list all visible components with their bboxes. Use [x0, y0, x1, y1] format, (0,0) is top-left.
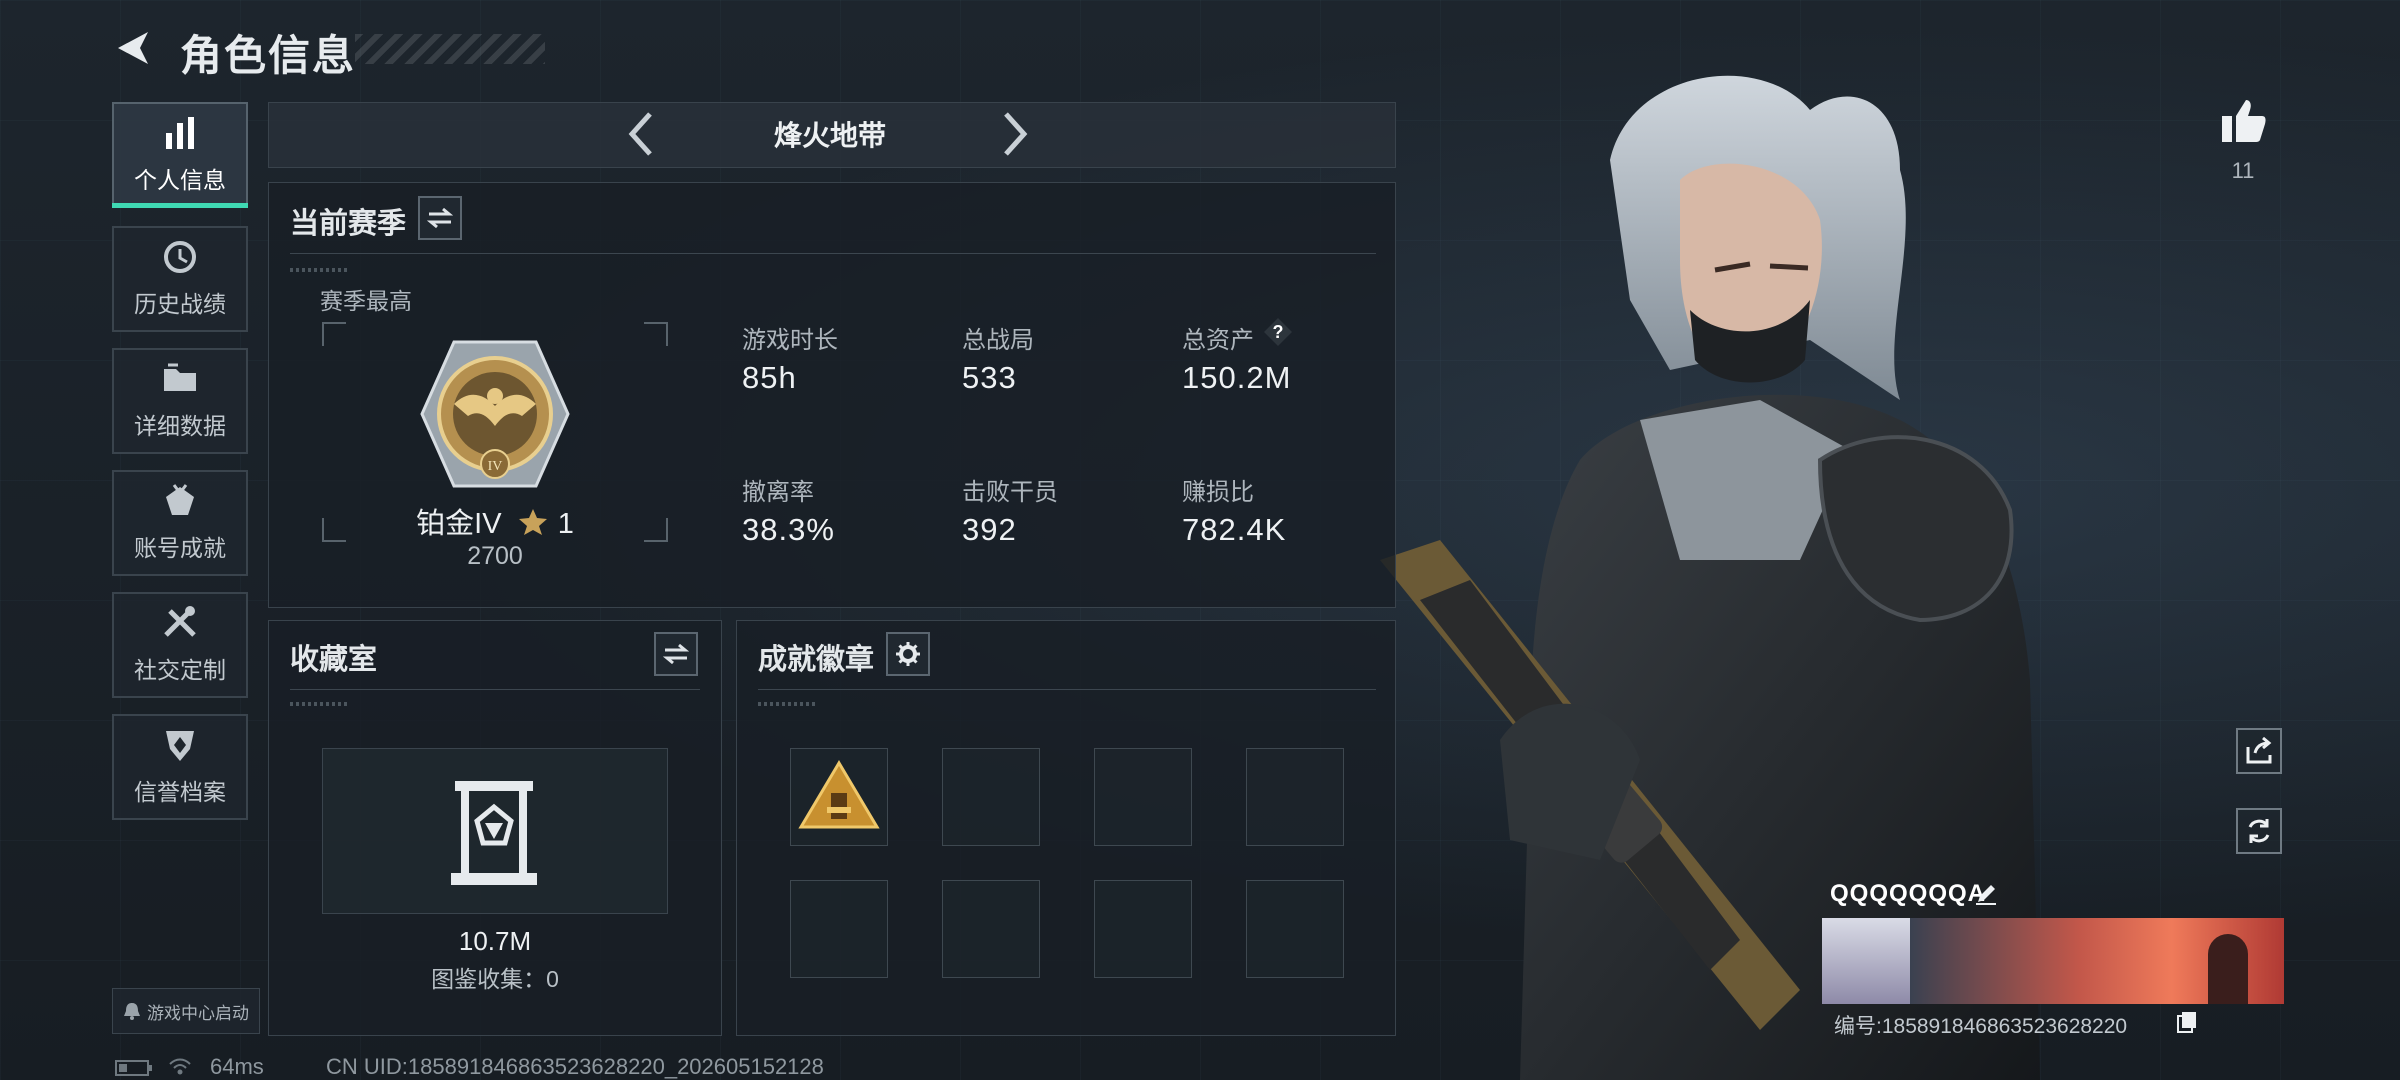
stat-value-operators-defeated: 392	[962, 512, 1017, 547]
edit-pencil-icon[interactable]	[1974, 882, 1998, 906]
divider	[758, 689, 1376, 690]
sidebar-item-history[interactable]: 历史战绩	[112, 226, 248, 332]
refresh-button[interactable]	[2236, 808, 2282, 854]
folder-icon	[164, 363, 196, 391]
sidebar-item-achievements[interactable]: 账号成就	[112, 470, 248, 576]
history-clock-icon	[164, 241, 196, 273]
divider	[290, 253, 1376, 254]
stat-label-profit-loss-ratio: 赚损比	[1182, 479, 1254, 506]
sidebar-item-label: 个人信息	[134, 167, 226, 193]
decoration-marks	[290, 702, 350, 706]
platinum-rank-badge-icon: IV	[420, 340, 570, 488]
collection-switch-button[interactable]	[654, 632, 698, 676]
decoration-marks	[290, 268, 350, 272]
collection-value: 10.7M	[458, 926, 532, 956]
swap-icon	[663, 643, 689, 665]
player-id: 编号:185891846863523628220	[1834, 1015, 2128, 1038]
achievements-settings-button[interactable]	[886, 632, 930, 676]
collection-title: 收藏室	[290, 644, 378, 676]
season-switch-button[interactable]	[418, 196, 462, 240]
sidebar-item-label: 社交定制	[134, 657, 226, 683]
sidebar-item-label: 历史战绩	[134, 291, 226, 317]
stat-value-extract-rate: 38.3%	[742, 512, 835, 547]
star-icon	[518, 509, 547, 535]
player-banner[interactable]	[1822, 918, 2284, 1004]
share-button[interactable]	[2236, 728, 2282, 774]
player-name: QQQQQQQA	[1830, 880, 1987, 907]
achievement-slot[interactable]	[790, 748, 888, 846]
game-center-launch-button[interactable]: 游戏中心启动	[112, 988, 260, 1034]
sidebar-item-social-custom[interactable]: 社交定制	[112, 592, 248, 698]
rank-name-row: 铂金IV 1	[322, 500, 668, 542]
collection-subtitle: 图鉴收集：0	[431, 966, 559, 992]
achievement-slot[interactable]	[790, 880, 888, 978]
share-icon	[2246, 737, 2272, 764]
divider	[290, 689, 700, 690]
stat-label-playtime: 游戏时长	[742, 327, 838, 354]
bell-icon	[124, 1003, 140, 1020]
bar-chart-icon	[166, 117, 194, 149]
achievement-slot[interactable]	[1094, 748, 1192, 846]
stat-label-extract-rate: 撤离率	[742, 479, 814, 506]
wifi-icon	[169, 1058, 191, 1075]
rank-score: 2700	[467, 542, 523, 570]
battery-icon	[115, 1060, 152, 1076]
achievement-slot[interactable]	[1246, 880, 1344, 978]
thumbs-up-icon[interactable]	[2218, 96, 2268, 146]
rank-name: 铂金IV	[416, 508, 502, 540]
avatar	[1822, 918, 1910, 1004]
mode-prev-icon[interactable]	[626, 110, 656, 158]
sidebar-item-personal-info[interactable]: 个人信息	[112, 102, 248, 208]
sidebar-item-label: 详细数据	[134, 413, 226, 439]
launch-label: 游戏中心启动	[147, 1003, 249, 1023]
collection-display-frame[interactable]	[322, 748, 668, 914]
sidebar-item-label: 账号成就	[134, 535, 226, 561]
achievement-slot[interactable]	[942, 748, 1040, 846]
sidebar-item-detailed-data[interactable]: 详细数据	[112, 348, 248, 454]
achievement-icon	[166, 484, 194, 515]
shield-icon	[166, 731, 194, 761]
stat-value-profit-loss-ratio: 782.4K	[1182, 512, 1287, 547]
sidebar-item-label: 信誉档案	[134, 779, 226, 805]
like-count: 11	[2231, 158, 2255, 183]
stat-value-playtime: 85h	[742, 360, 797, 395]
uid-text: CN UID:185891846863523628220_20260515212…	[326, 1054, 824, 1079]
sidebar-item-reputation[interactable]: 信誉档案	[112, 714, 248, 820]
refresh-icon	[2248, 819, 2270, 843]
title-decoration	[355, 34, 545, 64]
ping-text: 64ms	[210, 1054, 264, 1079]
achievement-slot[interactable]	[1246, 748, 1344, 846]
rank-stars: 1	[557, 508, 574, 540]
display-case-icon	[451, 781, 537, 885]
stat-value-total-matches: 533	[962, 360, 1017, 395]
gear-icon	[896, 642, 920, 666]
rank-badge-numeral: IV	[488, 459, 503, 474]
season-title: 当前赛季	[290, 208, 407, 240]
mode-title: 烽火地带	[773, 120, 886, 151]
banner-figure	[2208, 934, 2248, 1004]
achievements-title: 成就徽章	[758, 644, 875, 676]
decoration-marks	[758, 702, 818, 706]
copy-icon[interactable]	[2176, 1010, 2198, 1034]
tools-icon	[164, 606, 196, 637]
achievement-slot[interactable]	[1094, 880, 1192, 978]
stat-label-total-assets: 总资产	[1182, 327, 1254, 354]
season-best-label: 赛季最高	[320, 288, 412, 314]
achievement-slot[interactable]	[942, 880, 1040, 978]
stat-label-total-matches: 总战局	[962, 327, 1034, 354]
swap-icon	[427, 207, 453, 229]
stat-value-total-assets: 150.2M	[1182, 360, 1292, 395]
stat-label-operators-defeated: 击败干员	[962, 479, 1058, 506]
pyramid-badge-icon	[798, 760, 880, 829]
back-arrow-icon[interactable]	[112, 26, 156, 70]
mode-next-icon[interactable]	[1000, 110, 1030, 158]
page-title: 角色信息	[180, 32, 357, 79]
